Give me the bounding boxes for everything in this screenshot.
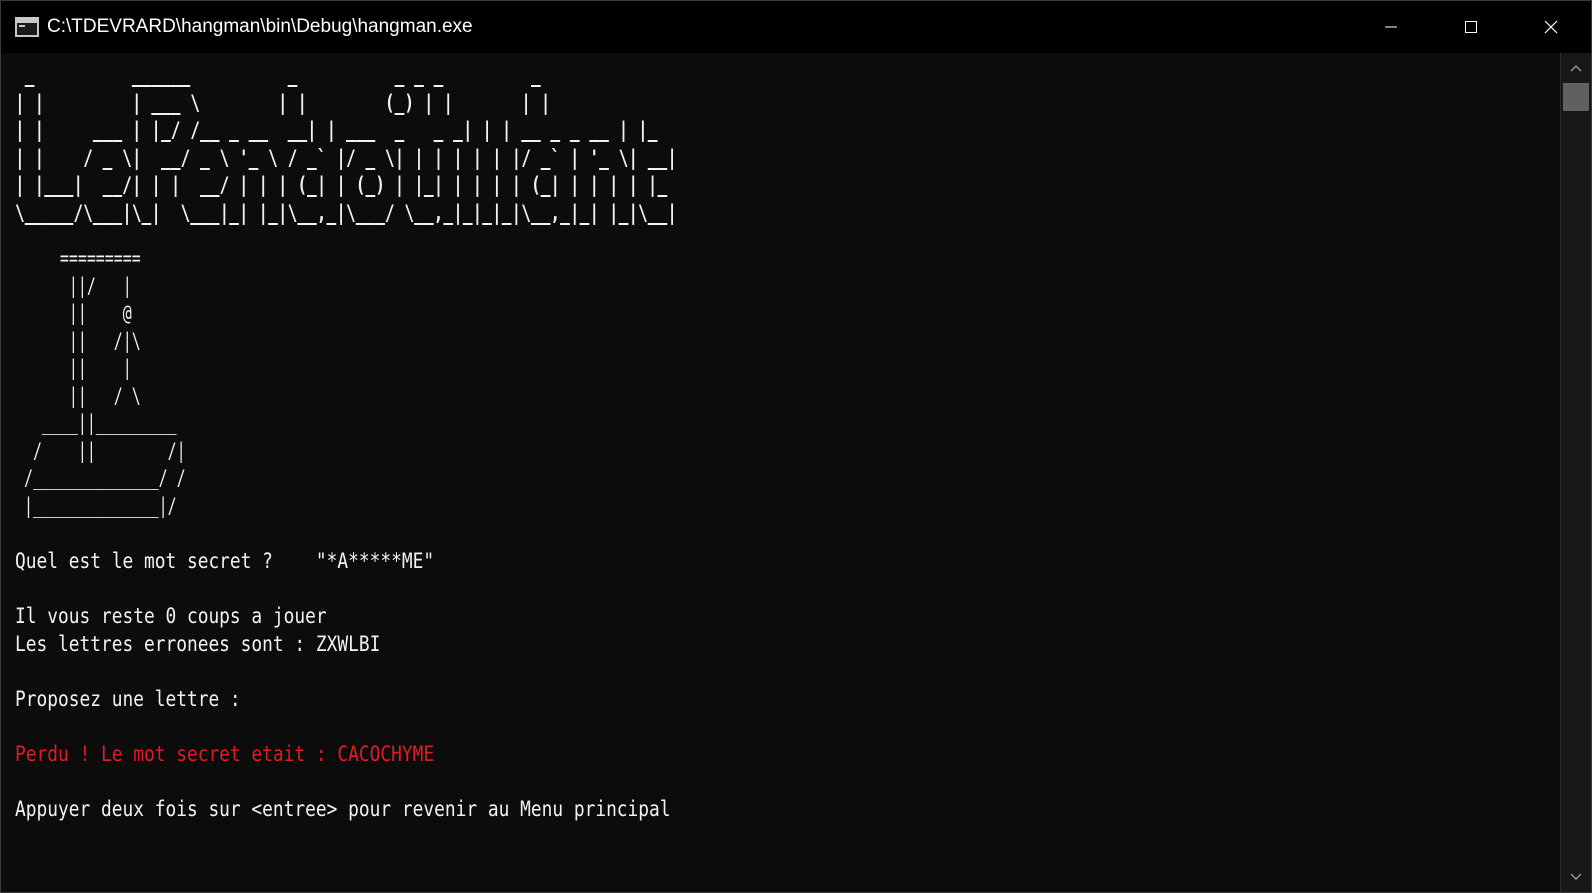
maximize-icon <box>1465 21 1477 33</box>
console-window: C:\TDEVRARD\hangman\bin\Debug\hangman.ex… <box>0 0 1592 893</box>
hangman-gallows-ascii: ========= ||/ | || @ || /|\ || | || / \ … <box>23 246 186 518</box>
scroll-thumb[interactable] <box>1563 83 1589 111</box>
close-icon <box>1544 20 1558 34</box>
close-button[interactable] <box>1511 1 1591 53</box>
chevron-up-icon <box>1570 65 1582 72</box>
letter-prompt: Proposez une lettre : <box>15 687 241 711</box>
ascii-logo: _ ______ _ _ _ _ _ | | | ___ \ | | (_) |… <box>15 63 677 225</box>
secret-word-prompt: Quel est le mot secret ? "*A*****ME" <box>15 549 435 573</box>
minimize-icon <box>1385 26 1397 28</box>
console-app-icon <box>15 17 39 37</box>
title-bar[interactable]: C:\TDEVRARD\hangman\bin\Debug\hangman.ex… <box>1 1 1591 53</box>
return-menu-prompt: Appuyer deux fois sur <entree> pour reve… <box>15 797 671 821</box>
lost-message: Perdu ! Le mot secret etait : CACOCHYME <box>15 742 435 766</box>
scroll-up-button[interactable] <box>1561 55 1591 81</box>
chevron-down-icon <box>1570 873 1582 880</box>
scroll-down-button[interactable] <box>1561 864 1591 890</box>
maximize-button[interactable] <box>1431 1 1511 53</box>
vertical-scrollbar[interactable] <box>1560 53 1591 892</box>
console-output[interactable]: _ ______ _ _ _ _ _ | | | ___ \ | | (_) |… <box>1 53 1561 892</box>
window-title: C:\TDEVRARD\hangman\bin\Debug\hangman.ex… <box>47 16 473 37</box>
window-controls <box>1351 1 1591 53</box>
wrong-letters: Les lettres erronees sont : ZXWLBI <box>15 632 381 656</box>
remaining-attempts: Il vous reste 0 coups a jouer <box>15 604 327 628</box>
minimize-button[interactable] <box>1351 1 1431 53</box>
